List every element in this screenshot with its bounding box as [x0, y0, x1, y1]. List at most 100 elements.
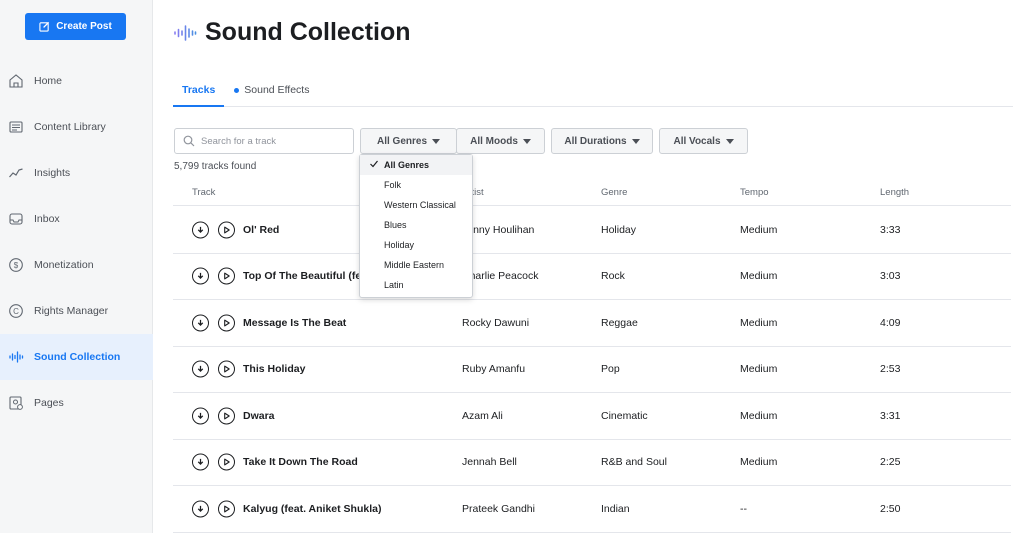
play-icon [222, 272, 231, 281]
download-button[interactable] [192, 454, 209, 471]
results-count: 5,799 tracks found [174, 161, 256, 172]
sidebar: Create Post Home Content Library Insight… [0, 0, 153, 533]
track-artist[interactable]: Ruby Amanfu [462, 363, 525, 375]
edit-icon [39, 21, 50, 32]
play-button[interactable] [218, 314, 235, 331]
track-tempo: Medium [740, 363, 777, 375]
track-genre: Holiday [601, 224, 636, 236]
duration-filter-label: All Durations [564, 136, 626, 147]
download-button[interactable] [192, 268, 209, 285]
table-row[interactable]: Top Of The Beautiful (feat. Charlie Peac… [173, 254, 1011, 301]
track-genre: R&B and Soul [601, 456, 667, 468]
download-button[interactable] [192, 407, 209, 424]
sidebar-item-label: Pages [34, 397, 64, 409]
genre-option-label: Latin [384, 280, 404, 290]
sidebar-item-label: Insights [34, 167, 70, 179]
sidebar-item-rights-manager[interactable]: C Rights Manager [0, 288, 153, 334]
track-tempo: -- [740, 503, 747, 515]
track-artist[interactable]: Rocky Dawuni [462, 317, 529, 329]
track-genre: Reggae [601, 317, 638, 329]
table-row[interactable]: Ol' RedJonny HoulihanHolidayMedium3:33 [173, 207, 1011, 254]
create-post-label: Create Post [56, 21, 112, 32]
svg-text:$: $ [14, 261, 19, 270]
track-tempo: Medium [740, 224, 777, 236]
sidebar-item-sound-collection[interactable]: Sound Collection [0, 334, 153, 380]
create-post-button[interactable]: Create Post [25, 13, 126, 40]
table-row[interactable]: Kalyug (feat. Aniket Shukla) Prateek Gand… [173, 486, 1011, 533]
page-title: Sound Collection [205, 18, 411, 47]
sidebar-nav: Home Content Library Insights Inbox $ Mo… [0, 58, 153, 426]
track-tempo: Medium [740, 410, 777, 422]
track-genre: Rock [601, 270, 625, 282]
track-name[interactable]: This Holiday [243, 363, 305, 375]
genre-option-label: Blues [384, 220, 407, 230]
track-genre: Pop [601, 363, 620, 375]
tab-bar: Tracks Sound Effects [173, 74, 1013, 107]
duration-filter-dropdown[interactable]: All Durations [551, 128, 653, 154]
play-button[interactable] [218, 221, 235, 238]
sidebar-item-inbox[interactable]: Inbox [0, 196, 153, 242]
play-button[interactable] [218, 500, 235, 517]
table-row[interactable]: Message Is The Beat Rocky Dawuni Reggae Med… [173, 300, 1011, 347]
genre-option-western-classical[interactable]: Western Classical [360, 195, 472, 215]
play-button[interactable] [218, 361, 235, 378]
play-button[interactable] [218, 454, 235, 471]
genre-option-latin[interactable]: Latin [360, 275, 472, 295]
track-length: 4:09 [880, 317, 900, 329]
sound-wave-icon [7, 348, 25, 366]
track-artist[interactable]: Jennah Bell [462, 456, 517, 468]
vocals-filter-dropdown[interactable]: All Vocals [659, 128, 748, 154]
download-button[interactable] [192, 221, 209, 238]
track-artist[interactable]: Prateek Gandhi [462, 503, 535, 515]
play-icon [222, 458, 231, 467]
caret-down-icon [523, 139, 531, 144]
download-button[interactable] [192, 361, 209, 378]
track-tempo: Medium [740, 317, 777, 329]
caret-down-icon [632, 139, 640, 144]
download-button[interactable] [192, 314, 209, 331]
track-name[interactable]: Ol' Red [243, 224, 279, 236]
sidebar-item-home[interactable]: Home [0, 58, 153, 104]
sidebar-item-monetization[interactable]: $ Monetization [0, 242, 153, 288]
genre-option-all-genres[interactable]: All Genres [360, 155, 472, 175]
track-name[interactable]: Message Is The Beat [243, 317, 346, 329]
track-name[interactable]: Take It Down The Road [243, 456, 358, 468]
sidebar-item-label: Content Library [34, 121, 106, 133]
table-row[interactable]: DwaraAzam AliCinematicMedium3:31 [173, 393, 1011, 440]
sidebar-item-insights[interactable]: Insights [0, 150, 153, 196]
download-icon [196, 272, 205, 281]
track-name[interactable]: Kalyug (feat. Aniket Shukla) [243, 503, 381, 515]
play-button[interactable] [218, 268, 235, 285]
play-icon [222, 411, 231, 420]
download-button[interactable] [192, 500, 209, 517]
tab-sound-effects-label: Sound Effects [244, 84, 309, 96]
track-length: 2:25 [880, 456, 900, 468]
table-row[interactable]: Take It Down The Road Jennah Bell R&B and … [173, 440, 1011, 487]
track-length: 2:53 [880, 363, 900, 375]
sidebar-item-content-library[interactable]: Content Library [0, 104, 153, 150]
download-icon [196, 458, 205, 467]
play-button[interactable] [218, 407, 235, 424]
search-icon [183, 135, 195, 147]
genre-option-folk[interactable]: Folk [360, 175, 472, 195]
track-name[interactable]: Dwara [243, 410, 275, 422]
genre-filter-dropdown[interactable]: All Genres [360, 128, 457, 154]
mood-filter-dropdown[interactable]: All Moods [456, 128, 545, 154]
track-artist[interactable]: Azam Ali [462, 410, 503, 422]
sidebar-item-pages[interactable]: Pages [0, 380, 153, 426]
genre-option-blues[interactable]: Blues [360, 215, 472, 235]
genre-option-label: Folk [384, 180, 401, 190]
genre-option-middle-eastern[interactable]: Middle Eastern [360, 255, 472, 275]
play-icon [222, 318, 231, 327]
search-input[interactable] [201, 136, 351, 147]
search-box [174, 128, 354, 154]
tab-sound-effects[interactable]: Sound Effects [224, 74, 319, 106]
track-tempo: Medium [740, 270, 777, 282]
tab-tracks[interactable]: Tracks [173, 74, 224, 107]
track-length: 3:03 [880, 270, 900, 282]
genre-option-holiday[interactable]: Holiday [360, 235, 472, 255]
track-artist[interactable]: Charlie Peacock [462, 270, 538, 282]
track-length: 3:33 [880, 224, 900, 236]
checkmark-icon [369, 159, 379, 169]
table-row[interactable]: This Holiday Ruby Amanfu Pop Medium 2:53 [173, 347, 1011, 394]
